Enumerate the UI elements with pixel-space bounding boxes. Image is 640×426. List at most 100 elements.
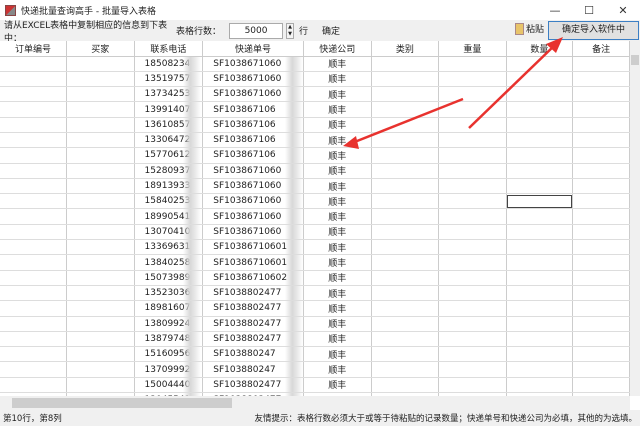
table-cell[interactable] bbox=[371, 270, 439, 285]
table-cell[interactable] bbox=[573, 148, 630, 163]
table-cell[interactable]: SF1038802477 bbox=[203, 301, 304, 316]
table-cell[interactable] bbox=[439, 178, 507, 193]
column-header[interactable]: 备注 bbox=[573, 41, 630, 56]
table-cell[interactable]: SF1038802477 bbox=[203, 316, 304, 331]
table-cell[interactable] bbox=[371, 132, 439, 147]
table-cell[interactable] bbox=[0, 132, 67, 147]
table-cell[interactable] bbox=[67, 240, 135, 255]
column-header[interactable]: 数量 bbox=[506, 41, 573, 56]
rows-stepper[interactable]: ▲▼ bbox=[286, 23, 294, 39]
table-cell[interactable] bbox=[0, 347, 67, 362]
table-cell[interactable] bbox=[439, 255, 507, 270]
table-cell[interactable] bbox=[506, 71, 573, 86]
table-cell[interactable] bbox=[0, 209, 67, 224]
table-cell[interactable] bbox=[67, 285, 135, 300]
table-cell[interactable]: 13610857 bbox=[134, 117, 203, 132]
table-cell[interactable] bbox=[573, 316, 630, 331]
table-cell[interactable] bbox=[67, 301, 135, 316]
table-cell[interactable] bbox=[0, 148, 67, 163]
table-cell[interactable] bbox=[506, 132, 573, 147]
table-cell[interactable] bbox=[67, 255, 135, 270]
table-cell[interactable] bbox=[506, 117, 573, 132]
minimize-button[interactable]: — bbox=[538, 0, 572, 20]
table-cell[interactable]: SF1038802477 bbox=[203, 285, 304, 300]
table-cell[interactable]: 15840253 bbox=[134, 194, 203, 209]
table-cell[interactable] bbox=[371, 255, 439, 270]
table-cell[interactable] bbox=[439, 240, 507, 255]
table-cell[interactable] bbox=[573, 301, 630, 316]
table-cell[interactable]: 顺丰 bbox=[303, 71, 371, 86]
table-cell[interactable]: SF1038671060 bbox=[203, 87, 304, 102]
table-cell[interactable] bbox=[506, 316, 573, 331]
table-cell[interactable]: 顺丰 bbox=[303, 163, 371, 178]
data-grid[interactable]: 订单编号买家联系电话快递单号快递公司类别重量数量备注 18508234SF103… bbox=[0, 41, 630, 396]
table-cell[interactable]: 18508234 bbox=[134, 56, 203, 71]
table-cell[interactable]: SF10386710601 bbox=[203, 255, 304, 270]
table-cell[interactable]: 13519757 bbox=[134, 71, 203, 86]
vertical-scrollbar[interactable] bbox=[630, 41, 640, 396]
table-cell[interactable] bbox=[67, 194, 135, 209]
import-button[interactable]: 确定导入软件中 bbox=[548, 21, 639, 40]
table-cell[interactable]: 顺丰 bbox=[303, 377, 371, 392]
table-cell[interactable] bbox=[67, 377, 135, 392]
table-cell[interactable] bbox=[67, 362, 135, 377]
table-cell[interactable]: SF103880247 bbox=[203, 362, 304, 377]
table-cell[interactable] bbox=[573, 240, 630, 255]
table-cell[interactable] bbox=[67, 163, 135, 178]
table-cell[interactable] bbox=[371, 285, 439, 300]
table-cell[interactable] bbox=[439, 117, 507, 132]
table-cell[interactable]: 15160956 bbox=[134, 347, 203, 362]
table-cell[interactable] bbox=[439, 87, 507, 102]
table-cell[interactable] bbox=[573, 255, 630, 270]
table-cell[interactable] bbox=[0, 255, 67, 270]
table-cell[interactable]: SF1038671060 bbox=[203, 209, 304, 224]
table-cell[interactable]: 15073989 bbox=[134, 270, 203, 285]
table-cell[interactable]: 13809924 bbox=[134, 316, 203, 331]
table-cell[interactable] bbox=[573, 362, 630, 377]
table-cell[interactable]: SF10386710602 bbox=[203, 270, 304, 285]
table-cell[interactable] bbox=[506, 301, 573, 316]
table-cell[interactable] bbox=[573, 209, 630, 224]
table-cell[interactable] bbox=[439, 301, 507, 316]
table-cell[interactable] bbox=[439, 331, 507, 346]
table-cell[interactable] bbox=[573, 270, 630, 285]
table-cell[interactable] bbox=[0, 270, 67, 285]
table-cell[interactable] bbox=[439, 132, 507, 147]
table-cell[interactable] bbox=[573, 347, 630, 362]
table-cell[interactable] bbox=[506, 224, 573, 239]
horizontal-scroll-thumb[interactable] bbox=[12, 398, 232, 408]
table-cell[interactable]: SF1038671060 bbox=[203, 71, 304, 86]
table-cell[interactable]: SF103867106 bbox=[203, 117, 304, 132]
table-cell[interactable]: SF1038802477 bbox=[203, 331, 304, 346]
table-cell[interactable] bbox=[506, 377, 573, 392]
table-cell[interactable] bbox=[371, 301, 439, 316]
table-cell[interactable]: 顺丰 bbox=[303, 270, 371, 285]
table-cell[interactable] bbox=[573, 132, 630, 147]
table-cell[interactable]: 顺丰 bbox=[303, 117, 371, 132]
table-cell[interactable]: SF1038802477 bbox=[203, 377, 304, 392]
table-cell[interactable] bbox=[67, 56, 135, 71]
table-cell[interactable] bbox=[506, 163, 573, 178]
table-cell[interactable] bbox=[0, 316, 67, 331]
column-header[interactable]: 联系电话 bbox=[134, 41, 203, 56]
table-cell[interactable] bbox=[371, 240, 439, 255]
table-cell[interactable] bbox=[67, 148, 135, 163]
table-cell[interactable]: 13991407 bbox=[134, 102, 203, 117]
horizontal-scrollbar[interactable] bbox=[0, 396, 630, 410]
table-cell[interactable] bbox=[439, 209, 507, 224]
table-cell[interactable] bbox=[439, 194, 507, 209]
table-cell[interactable]: SF1038671060 bbox=[203, 194, 304, 209]
table-cell[interactable] bbox=[0, 178, 67, 193]
table-cell[interactable] bbox=[506, 178, 573, 193]
table-cell[interactable]: SF1038671060 bbox=[203, 224, 304, 239]
table-cell[interactable] bbox=[439, 71, 507, 86]
table-cell[interactable] bbox=[506, 87, 573, 102]
table-cell[interactable] bbox=[506, 347, 573, 362]
table-cell[interactable]: 顺丰 bbox=[303, 224, 371, 239]
table-cell[interactable]: 顺丰 bbox=[303, 362, 371, 377]
table-cell[interactable]: 15280937 bbox=[134, 163, 203, 178]
maximize-button[interactable]: ☐ bbox=[572, 0, 606, 20]
column-header[interactable]: 快递公司 bbox=[303, 41, 371, 56]
table-cell[interactable]: 顺丰 bbox=[303, 87, 371, 102]
table-cell[interactable] bbox=[371, 331, 439, 346]
